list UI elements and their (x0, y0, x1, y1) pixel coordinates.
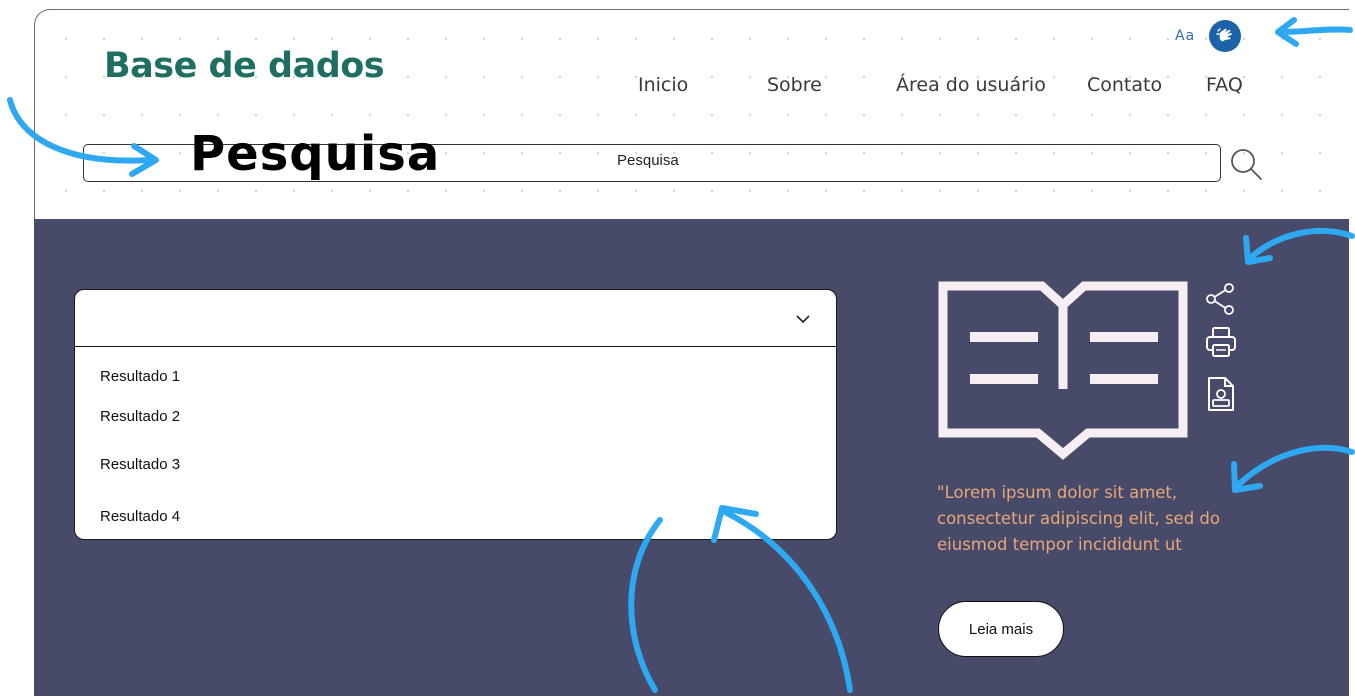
header (34, 9, 1349, 219)
results-dropdown: Resultado 1 Resultado 2 Resultado 3 Resu… (74, 289, 837, 540)
nav-item-faq[interactable]: FAQ (1206, 74, 1243, 96)
main-nav: Inicio Sobre Área do usuário Contato FAQ (0, 74, 1355, 98)
search-input-value[interactable]: Pesquisa (617, 152, 679, 169)
result-item[interactable]: Resultado 1 (100, 368, 180, 385)
chevron-down-icon[interactable] (793, 312, 813, 326)
book-icon (938, 281, 1188, 460)
document-icon[interactable] (1204, 375, 1238, 413)
search-icon[interactable] (1228, 146, 1264, 182)
accessibility-tools: Aa (1175, 20, 1242, 52)
nav-item-area-do-usuario[interactable]: Área do usuário (896, 74, 1046, 96)
sign-language-icon[interactable] (1209, 20, 1242, 52)
nav-item-inicio[interactable]: Inicio (638, 74, 688, 96)
feature-quote: "Lorem ipsum dolor sit amet, consectetur… (937, 483, 1220, 554)
font-size-toggle[interactable]: Aa (1175, 28, 1195, 44)
share-icon[interactable] (1204, 280, 1238, 318)
result-item[interactable]: Resultado 4 (100, 508, 180, 525)
nav-item-contato[interactable]: Contato (1087, 74, 1162, 96)
read-more-button[interactable]: Leia mais (938, 601, 1064, 657)
results-select[interactable] (75, 290, 836, 347)
print-icon[interactable] (1204, 324, 1238, 362)
search-annotation-label: Pesquisa (190, 126, 441, 182)
result-item[interactable]: Resultado 2 (100, 408, 180, 425)
result-item[interactable]: Resultado 3 (100, 456, 180, 473)
nav-item-sobre[interactable]: Sobre (767, 74, 822, 96)
